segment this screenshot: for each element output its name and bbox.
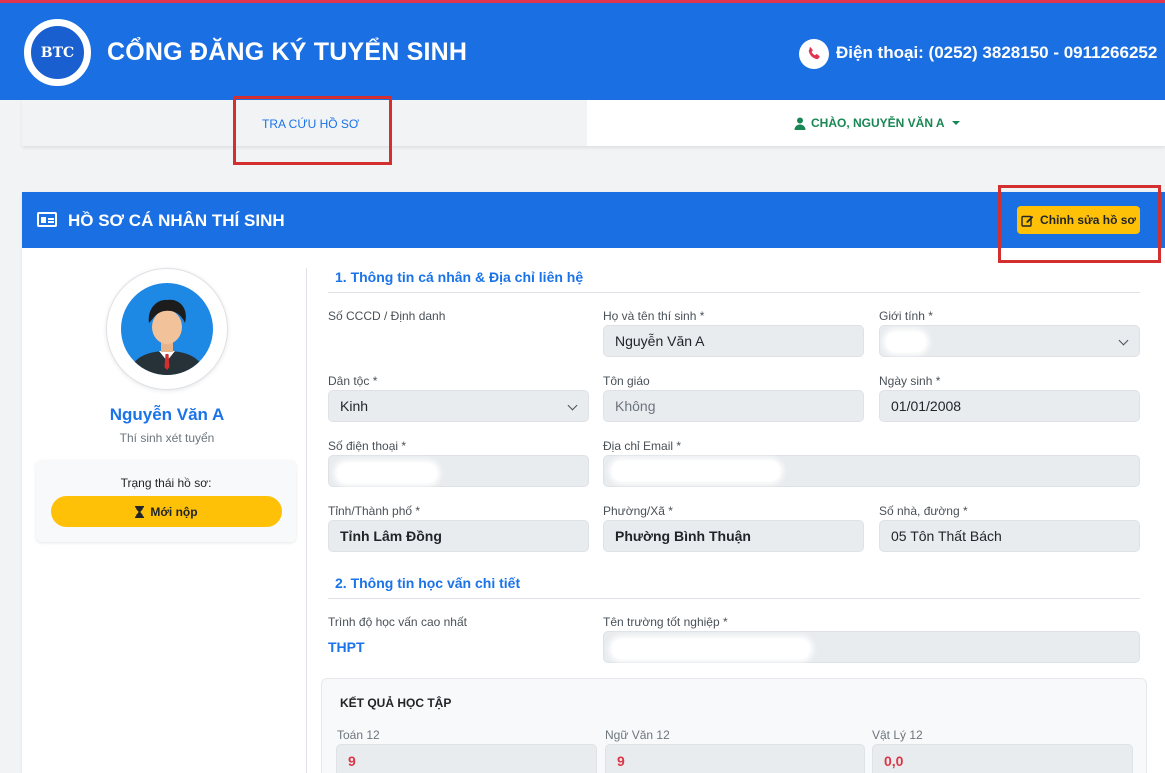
- score-label-math: Toán 12: [337, 728, 380, 742]
- redacted-phone: [337, 463, 437, 483]
- highlight-edit: [998, 185, 1161, 263]
- card-title: HỒ SƠ CÁ NHÂN THÍ SINH: [68, 211, 285, 230]
- school-field[interactable]: [603, 631, 1140, 663]
- gender-select[interactable]: [879, 325, 1140, 357]
- user-icon: [794, 117, 806, 130]
- id-number-label: Số CCCD / Định danh: [328, 309, 446, 323]
- education-level-value: THPT: [328, 639, 365, 655]
- fullname-field[interactable]: Nguyễn Văn A: [603, 325, 864, 357]
- redacted-gender: [886, 332, 926, 352]
- card-header: HỒ SƠ CÁ NHÂN THÍ SINH Chỉnh sửa hồ sơ: [22, 192, 1165, 248]
- religion-field[interactable]: Không: [603, 390, 864, 422]
- site-title: CỔNG ĐĂNG KÝ TUYỂN SINH: [107, 38, 468, 66]
- highlight-lookup: [233, 96, 392, 165]
- profile-card: HỒ SƠ CÁ NHÂN THÍ SINH Chỉnh sửa hồ sơ N…: [22, 192, 1165, 773]
- status-value: Mới nộp: [150, 504, 198, 519]
- profile-name: Nguyễn Văn A: [109, 405, 225, 424]
- phone-label: Số điện thoại *: [328, 439, 407, 453]
- chevron-down-icon: [1118, 335, 1129, 346]
- street-field[interactable]: 05 Tôn Thất Bách: [879, 520, 1140, 552]
- score-field-literature[interactable]: 9: [605, 744, 865, 773]
- gender-label: Giới tính *: [879, 309, 933, 323]
- education-level-label: Trình độ học vấn cao nhất: [328, 615, 467, 629]
- status-badge: Mới nộp: [51, 496, 282, 527]
- ward-field[interactable]: Phường Bình Thuận: [603, 520, 864, 552]
- email-field[interactable]: [603, 455, 1140, 487]
- ward-label: Phường/Xã *: [603, 504, 673, 518]
- section-divider: [328, 598, 1140, 599]
- school-label: Tên trường tốt nghiệp *: [603, 615, 728, 629]
- section-divider: [328, 292, 1140, 293]
- ethnic-value: Kinh: [340, 398, 369, 414]
- section-personal-title: 1. Thông tin cá nhân & Địa chỉ liên hệ: [335, 269, 584, 285]
- province-field[interactable]: Tỉnh Lâm Đồng: [328, 520, 589, 552]
- user-greeting: CHÀO, NGUYỄN VĂN A: [811, 116, 945, 130]
- site-header: BTC CỔNG ĐĂNG KÝ TUYỂN SINH Điện thoại: …: [0, 0, 1165, 100]
- chevron-down-icon: [567, 400, 578, 411]
- email-label: Địa chỉ Email *: [603, 439, 682, 453]
- dob-field[interactable]: 01/01/2008: [879, 390, 1140, 422]
- college-logo[interactable]: BTC: [22, 17, 93, 88]
- religion-label: Tôn giáo: [603, 374, 650, 388]
- avatar: [106, 268, 228, 390]
- college-logo-mark: BTC: [29, 24, 86, 81]
- score-label-literature: Ngữ Văn 12: [605, 728, 670, 742]
- fullname-label: Họ và tên thí sinh *: [603, 309, 705, 323]
- column-divider: [306, 268, 307, 773]
- section-education-title: 2. Thông tin học vấn chi tiết: [335, 575, 521, 591]
- ethnic-select[interactable]: Kinh: [328, 390, 589, 422]
- redacted-email: [612, 461, 780, 481]
- results-title: KẾT QUẢ HỌC TẬP: [340, 696, 452, 710]
- avatar-illustration: [121, 283, 213, 375]
- score-label-physics: Vật Lý 12: [872, 728, 923, 742]
- hourglass-icon: [135, 505, 145, 518]
- phone-field[interactable]: [328, 455, 589, 487]
- academic-results-panel: KẾT QUẢ HỌC TẬP Toán 12 9 Ngữ Văn 12 9 V…: [321, 678, 1147, 773]
- status-panel: Trạng thái hồ sơ: Mới nộp: [36, 460, 296, 542]
- caret-down-icon: [951, 121, 960, 125]
- score-field-physics[interactable]: 0,0: [872, 744, 1133, 773]
- hotline-text: Điện thoại: (0252) 3828150 - 0911266252: [836, 43, 1158, 62]
- score-field-math[interactable]: 9: [336, 744, 597, 773]
- ethnic-label: Dân tộc *: [328, 374, 378, 388]
- main-nav: TRA CỨU HỒ SƠ CHÀO, NGUYỄN VĂN A: [22, 100, 1165, 146]
- redacted-school: [612, 639, 810, 659]
- province-label: Tỉnh/Thành phố *: [328, 504, 421, 518]
- id-card-icon: [37, 212, 57, 227]
- profile-role: Thí sinh xét tuyển: [119, 431, 215, 445]
- user-menu-toggle[interactable]: CHÀO, NGUYỄN VĂN A: [794, 116, 960, 130]
- street-label: Số nhà, đường *: [879, 504, 968, 518]
- dob-label: Ngày sinh *: [879, 374, 941, 388]
- status-label: Trạng thái hồ sơ:: [120, 476, 212, 490]
- phone-icon: [799, 39, 829, 69]
